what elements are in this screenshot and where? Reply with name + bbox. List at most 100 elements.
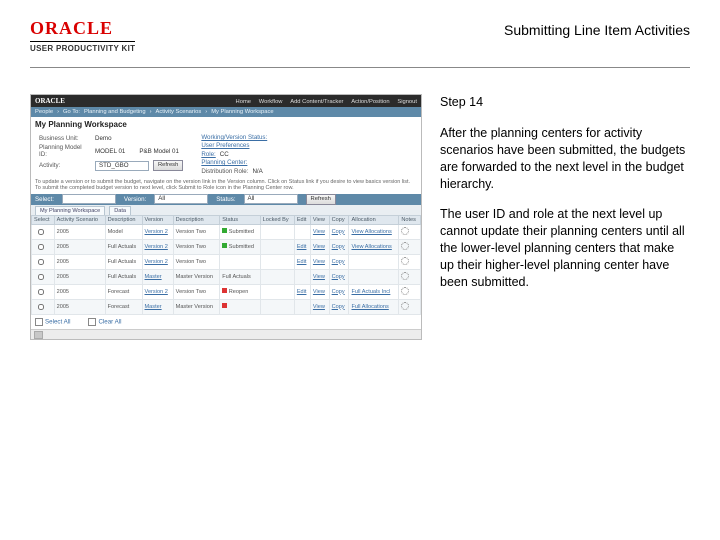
crumb-sep: › [57,109,59,115]
cell-edit-link[interactable] [294,299,310,314]
topbar-link[interactable]: Action/Position [351,99,389,105]
cell-alloc-link[interactable]: View Allocations [349,239,399,254]
topbar-link[interactable]: Signout [397,99,417,105]
cell-select[interactable] [32,224,55,239]
flag-red-icon [222,303,227,308]
table-header: Select Activity Scenario Description Ver… [32,215,421,224]
cell-notes[interactable] [399,269,421,284]
cell-alloc-link[interactable]: Full Allocations [349,299,399,314]
cell-copy-link[interactable]: Copy [329,224,349,239]
band-select[interactable] [62,194,116,204]
cell-notes[interactable] [399,299,421,314]
topbar-link[interactable]: Add Content/Tracker [290,99,343,105]
cell-notes[interactable] [399,284,421,299]
working-version-link[interactable]: Working/Version Status: [201,134,267,141]
instruction-panel: Step 14 After the planning centers for a… [440,94,690,340]
screenshot-panel: ORACLE Home Workflow Add Content/Tracker… [30,94,420,340]
cell-copy-link[interactable]: Copy [329,299,349,314]
band-refresh-button[interactable]: Refresh [306,194,336,205]
col-edit: Edit [294,215,310,224]
cell-view-link[interactable]: View [310,239,329,254]
clear-all-link[interactable]: Clear All [88,318,121,326]
horizontal-scrollbar[interactable] [31,329,421,339]
cell-scenario: 2005 [54,284,105,299]
crumb-sep: › [205,109,207,115]
cell-alloc-link[interactable] [349,254,399,269]
cell-version-link[interactable]: Version 2 [142,239,173,254]
cell-copy-link[interactable]: Copy [329,269,349,284]
cell-version-link[interactable]: Version 2 [142,284,173,299]
row-checkbox[interactable] [38,289,44,295]
cell-edit-link[interactable] [294,224,310,239]
crumb-item[interactable]: Activity Scenarios [156,109,202,115]
topbar-link[interactable]: Home [236,99,251,105]
cell-edit-link[interactable]: Edit [294,284,310,299]
cell-view-link[interactable]: View [310,284,329,299]
row-checkbox[interactable] [38,274,44,280]
row-checkbox[interactable] [38,244,44,250]
cell-edit-link[interactable]: Edit [294,239,310,254]
cell-scenario: 2005 [54,299,105,314]
cell-view-link[interactable]: View [310,269,329,284]
header-form: Business Unit: Demo Planning Model ID: M… [31,130,421,177]
cell-version-link[interactable]: Master [142,299,173,314]
role-link[interactable]: Role: [201,151,215,158]
cell-alloc-link[interactable]: Full Actuals Incl [349,284,399,299]
cell-version-link[interactable]: Version 2 [142,224,173,239]
cell-alloc-link[interactable] [349,269,399,284]
gear-icon [401,242,409,250]
crumb-item[interactable]: My Planning Workspace [211,109,273,115]
col-scenario: Activity Scenario [54,215,105,224]
cell-view-link[interactable]: View [310,254,329,269]
band-label: Status: [216,196,235,203]
cell-view-link[interactable]: View [310,299,329,314]
cell-locked [260,269,294,284]
cell-copy-link[interactable]: Copy [329,239,349,254]
activity-select[interactable]: STD_GBO [95,161,149,171]
status-select[interactable]: All [244,194,298,204]
cell-notes[interactable] [399,239,421,254]
cell-select[interactable] [32,299,55,314]
cell-copy-link[interactable]: Copy [329,254,349,269]
cell-version-link[interactable]: Version 2 [142,254,173,269]
cell-copy-link[interactable]: Copy [329,284,349,299]
version-select[interactable]: All [154,194,208,204]
cell-version-desc: Version Two [173,284,220,299]
planning-center-link[interactable]: Planning Center: [201,159,267,166]
topbar-link[interactable]: Workflow [259,99,283,105]
cell-select[interactable] [32,269,55,284]
crumb-item[interactable]: People [35,109,53,115]
cell-edit-link[interactable]: Edit [294,254,310,269]
tab-workspace[interactable]: My Planning Workspace [35,206,105,215]
row-checkbox[interactable] [38,259,44,265]
field-value: Demo [95,135,112,142]
cell-select[interactable] [32,254,55,269]
cell-locked [260,299,294,314]
cell-locked [260,254,294,269]
cell-scenario: 2005 [54,224,105,239]
cell-scenario: 2005 [54,269,105,284]
row-checkbox[interactable] [38,229,44,235]
scrollbar-thumb[interactable] [34,331,43,339]
cell-notes[interactable] [399,254,421,269]
select-all-link[interactable]: Select All [35,318,70,326]
user-preferences-link[interactable]: User Preferences [201,142,267,149]
cell-version-link[interactable]: Master [142,269,173,284]
cell-select[interactable] [32,239,55,254]
crumb-item[interactable]: Planning and Budgeting [84,109,146,115]
row-checkbox[interactable] [38,304,44,310]
cell-locked [260,224,294,239]
cell-notes[interactable] [399,224,421,239]
cell-desc: Model [105,224,142,239]
table-body: 2005ModelVersion 2Version Two SubmittedV… [32,224,421,314]
col-view: View [310,215,329,224]
cell-edit-link[interactable] [294,269,310,284]
refresh-button[interactable]: Refresh [153,160,183,171]
cell-select[interactable] [32,284,55,299]
cell-status: Submitted [220,224,260,239]
tab-data[interactable]: Data [109,206,131,215]
cell-alloc-link[interactable]: View Allocations [349,224,399,239]
cell-desc: Full Actuals [105,254,142,269]
cell-desc: Full Actuals [105,239,142,254]
cell-view-link[interactable]: View [310,224,329,239]
